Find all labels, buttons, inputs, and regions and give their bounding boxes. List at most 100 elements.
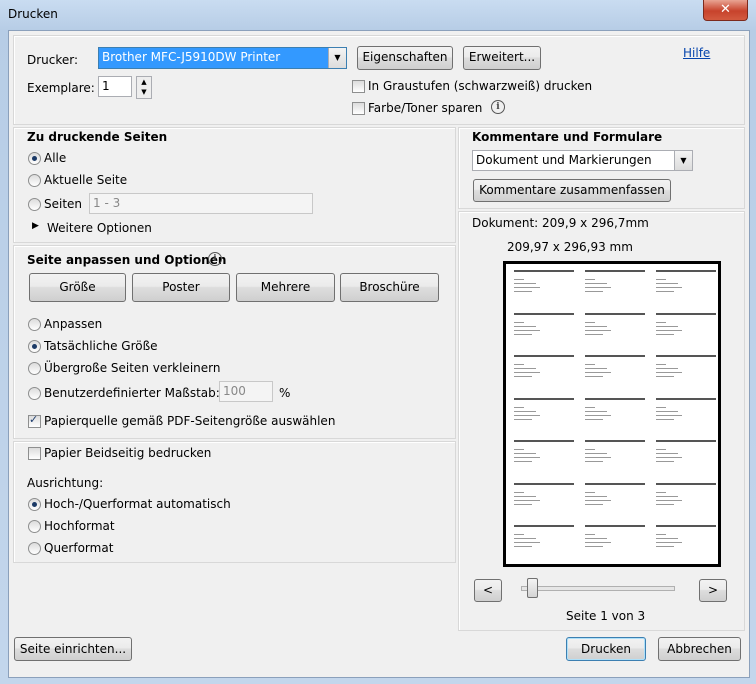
next-page-button[interactable]: >: [699, 579, 727, 602]
properties-button[interactable]: Eigenschaften: [357, 46, 453, 70]
tab-multiple[interactable]: Mehrere: [236, 273, 335, 302]
preview-label-line: [585, 499, 611, 501]
printer-select[interactable]: Brother MFC-J5910DW Printer ▼: [98, 47, 347, 69]
page-slider-track[interactable]: [521, 586, 675, 591]
preview-label-line: [585, 376, 603, 377]
pages-title: Zu druckende Seiten: [27, 130, 168, 144]
custom-scale-radio[interactable]: [28, 387, 41, 400]
orientation-landscape-label: Querformat: [44, 541, 114, 555]
preview-label-line: [656, 321, 666, 323]
print-button[interactable]: Drucken: [566, 637, 646, 661]
preview-label-line: [585, 453, 607, 454]
preview-label-line: [514, 333, 532, 335]
expand-triangle-icon[interactable]: ▶: [32, 221, 39, 231]
preview-label-line: [585, 270, 645, 272]
preview-label-line: [656, 525, 716, 527]
pages-all-radio[interactable]: [28, 152, 41, 165]
orientation-title: Ausrichtung:: [27, 476, 104, 490]
preview-label-line: [656, 287, 682, 288]
preview-label-line: [514, 534, 524, 535]
summarize-comments-button[interactable]: Kommentare zusammenfassen: [473, 179, 671, 202]
chevron-down-icon[interactable]: ▼: [328, 48, 346, 68]
preview-label-line: [656, 364, 666, 365]
preview-label-line: [514, 453, 536, 454]
preview-label-line: [585, 283, 607, 284]
preview-label-line: [656, 461, 674, 462]
preview-label-line: [585, 542, 611, 543]
preview-label-line: [514, 503, 532, 505]
preview-label-line: [656, 397, 716, 400]
preview-label-line: [656, 418, 674, 420]
cancel-button[interactable]: Abbrechen: [658, 637, 741, 661]
grayscale-label: In Graustufen (schwarzweiß) drucken: [368, 79, 593, 93]
tab-size[interactable]: Größe: [29, 273, 126, 302]
preview-label-line: [656, 449, 666, 450]
paper-source-checkbox[interactable]: [28, 413, 41, 428]
tab-poster[interactable]: Poster: [132, 273, 230, 302]
tab-booklet[interactable]: Broschüre: [340, 273, 439, 302]
preview-label-line: [656, 534, 666, 535]
preview-label-line: [514, 279, 524, 280]
actual-size-radio[interactable]: [28, 340, 41, 353]
page-setup-button[interactable]: Seite einrichten...: [14, 637, 132, 661]
preview-label-line: [514, 495, 536, 497]
page-slider-thumb[interactable]: [527, 578, 538, 598]
advanced-button[interactable]: Erweitert...: [463, 46, 541, 70]
preview-label-block: [514, 525, 574, 563]
page-preview-sheet: [506, 264, 718, 564]
preview-label-line: [514, 312, 574, 315]
more-options-toggle[interactable]: Weitere Optionen: [47, 221, 152, 235]
pages-range-input[interactable]: 1 - 3: [89, 193, 313, 214]
preview-label-line: [656, 495, 678, 497]
preview-label-line: [585, 461, 603, 462]
copies-input[interactable]: 1: [98, 76, 132, 97]
info-icon[interactable]: i: [208, 252, 222, 266]
preview-label-line: [514, 406, 524, 408]
preview-label-line: [585, 440, 645, 442]
preview-label-line: [585, 279, 595, 280]
comments-select[interactable]: Dokument und Markierungen ▼: [472, 150, 693, 171]
shrink-oversized-radio[interactable]: [28, 362, 41, 375]
preview-label-line: [656, 283, 678, 284]
duplex-checkbox[interactable]: [28, 447, 41, 460]
save-toner-checkbox[interactable]: [352, 102, 365, 115]
spin-arrows-icon[interactable]: ▲ ▼: [136, 76, 152, 99]
help-link[interactable]: Hilfe: [683, 46, 710, 60]
info-icon[interactable]: i: [491, 100, 505, 114]
preview-label-line: [656, 355, 716, 357]
custom-scale-label: Benutzerdefinierter Maßstab:: [44, 386, 220, 400]
fit-radio[interactable]: [28, 318, 41, 331]
preview-label-block: [585, 440, 645, 478]
close-button[interactable]: ✕: [703, 0, 748, 21]
copies-label: Exemplare:: [27, 81, 95, 95]
preview-label-line: [585, 491, 595, 493]
preview-label-line: [656, 333, 674, 335]
preview-label-block: [585, 270, 645, 308]
page-size: 209,97 x 296,93 mm: [507, 240, 633, 254]
orientation-auto-radio[interactable]: [28, 498, 41, 511]
pages-current-radio[interactable]: [28, 174, 41, 187]
preview-label-line: [514, 418, 532, 420]
printer-select-value: Brother MFC-J5910DW Printer: [102, 50, 281, 64]
preview-label-block: [514, 397, 574, 436]
preview-label-line: [656, 499, 682, 501]
custom-scale-input[interactable]: 100: [219, 381, 273, 402]
print-dialog: Drucken ✕ Drucker: Brother MFC-J5910DW P…: [0, 0, 756, 684]
grayscale-checkbox[interactable]: [352, 80, 365, 93]
page-indicator: Seite 1 von 3: [566, 609, 646, 623]
preview-label-line: [514, 525, 574, 527]
pages-range-radio[interactable]: [28, 198, 41, 211]
orientation-landscape-radio[interactable]: [28, 542, 41, 555]
previous-page-button[interactable]: <: [474, 579, 502, 602]
preview-label-line: [514, 397, 574, 400]
preview-label-line: [656, 440, 716, 442]
comments-title: Kommentare und Formulare: [472, 130, 663, 144]
orientation-portrait-radio[interactable]: [28, 520, 41, 533]
preview-label-line: [514, 538, 536, 539]
chevron-down-icon[interactable]: ▼: [674, 151, 692, 170]
preview-label-line: [514, 414, 540, 416]
preview-label-line: [656, 312, 716, 315]
preview-label-block: [514, 312, 574, 351]
preview-label-block: [585, 525, 645, 563]
preview-label-line: [514, 546, 532, 547]
